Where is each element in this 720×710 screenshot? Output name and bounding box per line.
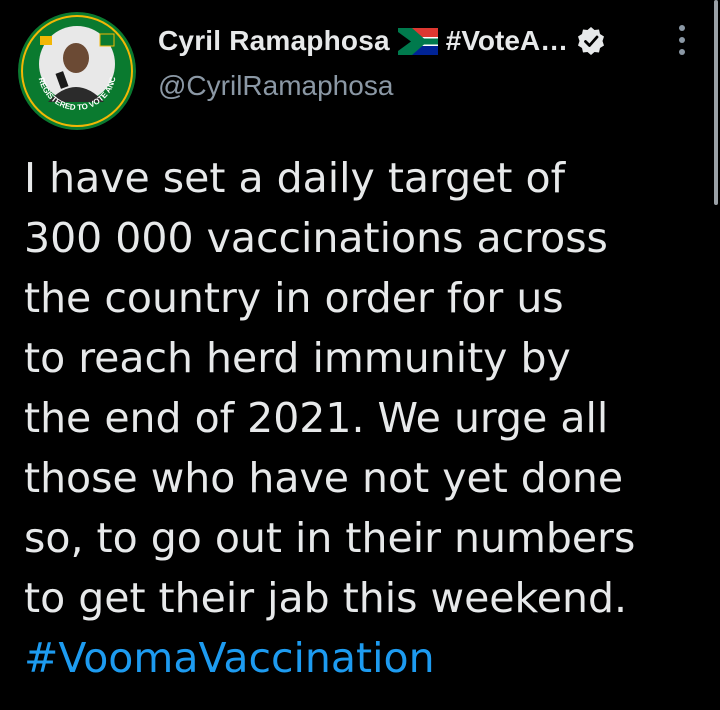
display-name[interactable]: Cyril Ramaphosa	[158, 25, 390, 57]
user-handle[interactable]: @CyrilRamaphosa	[158, 70, 678, 102]
tweet-text-line: I have set a daily target of	[24, 154, 566, 202]
tweet-text-line: to reach herd immunity by	[24, 334, 571, 382]
tweet-text-line: to get their jab this weekend.	[24, 574, 628, 622]
tweet-header: Cyril Ramaphosa #VoteA… @CyrilRamaphosa	[158, 22, 678, 102]
tweet-text-line: the country in order for us	[24, 274, 564, 322]
name-row: Cyril Ramaphosa #VoteA…	[158, 22, 678, 60]
tweet-text-line: so, to go out in their numbers	[24, 514, 636, 562]
tweet-text-line: those who have not yet done	[24, 454, 624, 502]
tweet-text-line: the end of 2021. We urge all	[24, 394, 609, 442]
tweet-text: I have set a daily target of 300 000 vac…	[24, 148, 704, 688]
more-options-icon[interactable]	[672, 22, 692, 58]
south-africa-flag-icon	[397, 27, 438, 55]
verified-badge-icon	[576, 26, 606, 56]
name-suffix: #VoteA…	[445, 25, 569, 56]
tweet-text-line: 300 000 vaccinations across	[24, 214, 608, 262]
tweet-card: REGISTERED TO VOTE ANC Cyril Ramaphosa #…	[0, 0, 720, 710]
hashtag-link[interactable]: #VoomaVaccination	[24, 628, 704, 688]
avatar[interactable]: REGISTERED TO VOTE ANC	[18, 12, 136, 130]
scrollbar[interactable]	[714, 0, 718, 205]
